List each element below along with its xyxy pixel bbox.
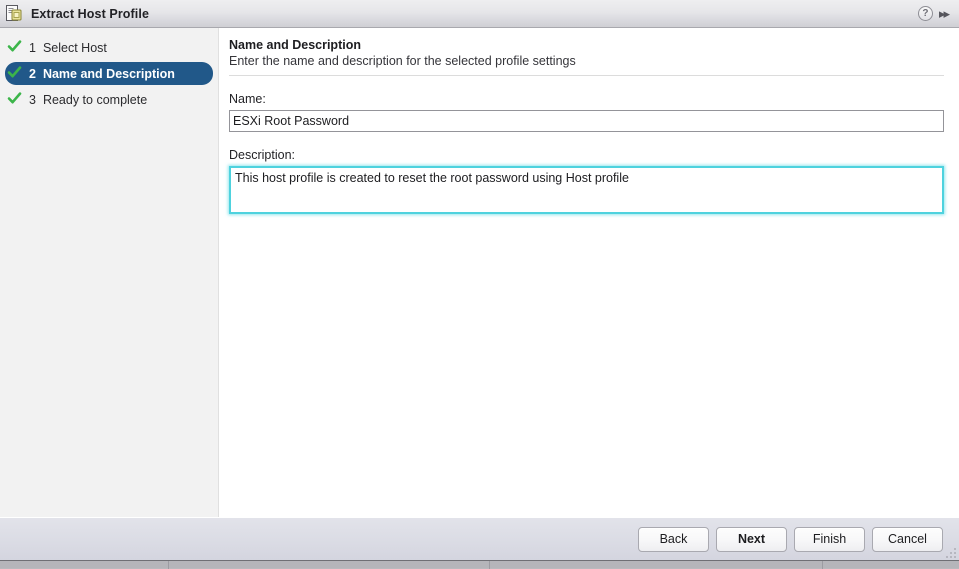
name-field-label: Name: <box>229 92 266 106</box>
desktop-background-strip <box>0 560 959 569</box>
step-label: Name and Description <box>42 66 175 81</box>
host-profile-icon <box>5 4 24 23</box>
wizard-steps-sidebar: 1 Select Host 2 Name and Description 3 R… <box>0 28 219 517</box>
sidebar-item-ready-to-complete[interactable]: 3 Ready to complete <box>5 88 213 111</box>
next-button[interactable]: Next <box>716 526 787 552</box>
title-bar: Extract Host Profile ? ▸▸ <box>0 0 959 28</box>
page-title: Name and Description <box>229 38 361 52</box>
step-number: 2 <box>29 66 36 81</box>
check-icon <box>7 39 22 54</box>
step-number: 1 <box>29 40 36 55</box>
description-field-label: Description: <box>229 148 295 162</box>
titlebar-actions: ? ▸▸ <box>917 6 953 21</box>
window-title: Extract Host Profile <box>31 6 150 21</box>
check-icon <box>7 65 22 80</box>
check-icon <box>7 91 22 106</box>
dialog-footer: Back Next Finish Cancel <box>0 517 959 560</box>
sidebar-item-name-and-description[interactable]: 2 Name and Description <box>5 62 213 85</box>
name-input[interactable] <box>229 110 944 132</box>
back-button[interactable]: Back <box>638 526 709 552</box>
description-input-focus-ring <box>229 166 944 214</box>
header-divider <box>229 75 944 76</box>
content-pane: Name and Description Enter the name and … <box>219 28 959 517</box>
chevron-double-right-icon[interactable]: ▸▸ <box>939 7 951 20</box>
step-label: Select Host <box>42 40 107 55</box>
field-spacer <box>229 132 944 148</box>
cancel-button[interactable]: Cancel <box>872 526 943 552</box>
help-icon[interactable]: ? <box>917 6 933 21</box>
page-subtitle: Enter the name and description for the s… <box>229 54 576 68</box>
sidebar-item-select-host[interactable]: 1 Select Host <box>5 36 213 59</box>
dialog-body: 1 Select Host 2 Name and Description 3 R… <box>0 28 959 517</box>
resize-grip[interactable] <box>943 545 956 558</box>
description-input[interactable] <box>231 168 942 212</box>
step-number: 3 <box>29 92 36 107</box>
extract-host-profile-dialog: Extract Host Profile ? ▸▸ 1 Select Host <box>0 0 959 560</box>
step-label: Ready to complete <box>42 92 148 107</box>
finish-button[interactable]: Finish <box>794 526 865 552</box>
